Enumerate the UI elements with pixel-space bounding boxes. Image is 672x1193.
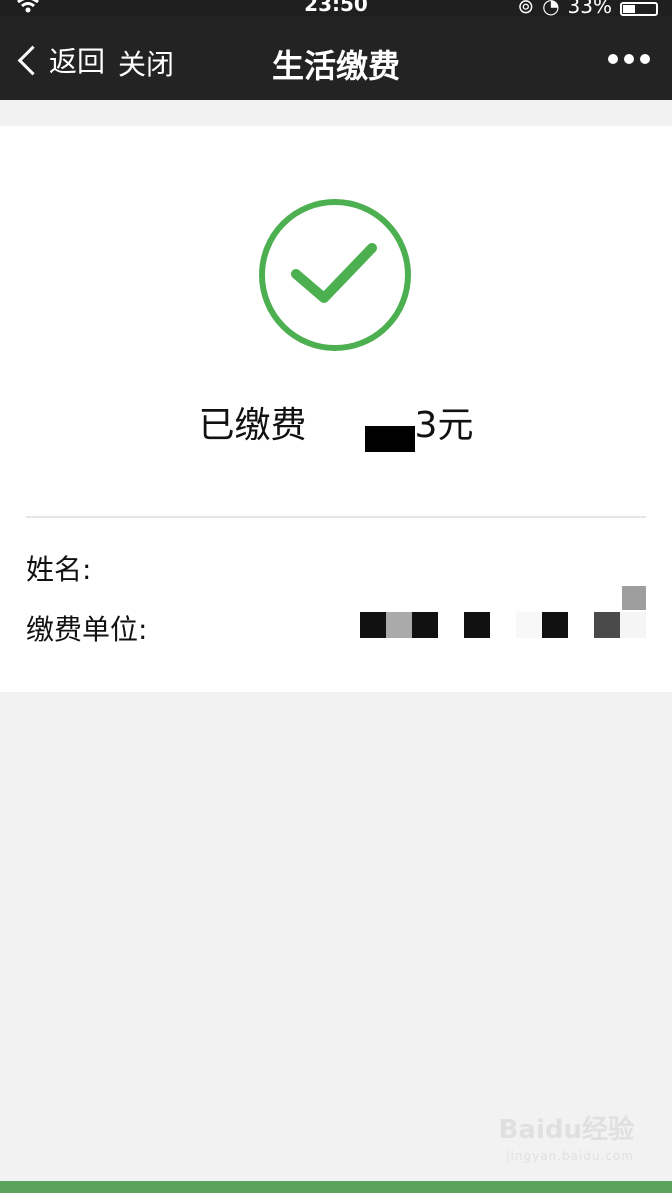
redaction-block [364, 426, 415, 452]
watermark: Baidu经验 jingyan.baidu.com [499, 1117, 634, 1169]
company-label: 缴费单位: [26, 613, 148, 646]
more-menu-button[interactable] [608, 54, 650, 64]
status-bar: 23:50 ⊚ ◔ 33% [0, 0, 672, 16]
paid-suffix: 3元 [414, 405, 474, 446]
battery-percent: 33% [567, 0, 612, 16]
more-dot-icon [640, 54, 650, 64]
rotation-lock-icon: ⊚ [517, 0, 535, 16]
payment-result-card: 已缴费 3元 姓名: 缴费单位: [0, 126, 672, 692]
watermark-brand: Baidu经验 [498, 1115, 634, 1145]
battery-icon [620, 2, 658, 16]
close-button[interactable]: 关闭 [118, 43, 174, 83]
name-label: 姓名: [26, 553, 92, 586]
company-row: 缴费单位: [26, 608, 646, 648]
back-button[interactable]: 返回 [16, 40, 105, 80]
more-dot-icon [608, 54, 618, 64]
company-value-redacted [360, 612, 646, 638]
more-dot-icon [624, 54, 634, 64]
bottom-accent-bar [0, 1181, 672, 1193]
alarm-icon: ◔ [542, 0, 560, 16]
paid-amount-text: 已缴费 3元 [0, 396, 672, 452]
watermark-url: jingyan.baidu.com [506, 1149, 634, 1163]
paid-prefix: 已缴费 [198, 405, 307, 446]
chevron-left-icon [17, 45, 48, 75]
nav-bar: 返回 关闭 生活缴费 [0, 16, 672, 100]
success-check-icon [259, 199, 411, 351]
divider [26, 516, 646, 518]
name-value-redacted [622, 552, 646, 610]
name-row: 姓名: [26, 548, 646, 610]
back-label: 返回 [49, 45, 106, 78]
